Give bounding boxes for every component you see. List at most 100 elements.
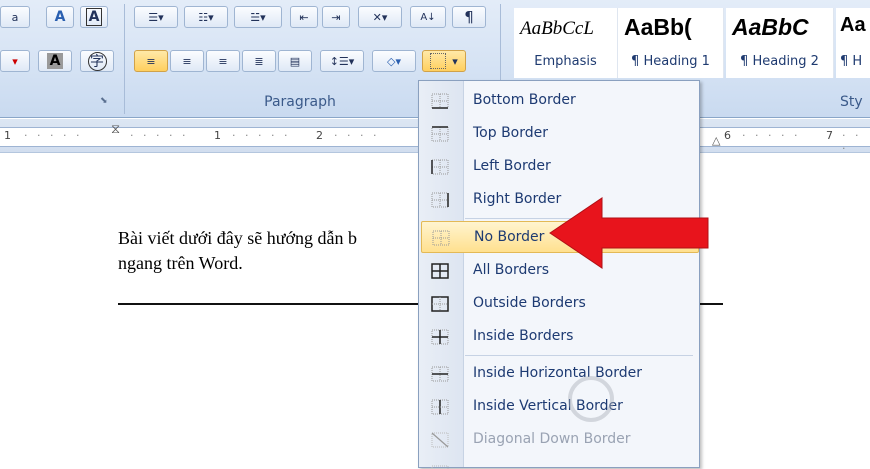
- ruler-dots: · · · · ·: [742, 129, 801, 142]
- align-right-icon: ≡: [218, 54, 228, 68]
- borders-icon: [430, 53, 447, 69]
- numbering-icon: ☷▾: [198, 10, 214, 24]
- menu-item-label: Outside Borders: [473, 295, 586, 311]
- inside-borders-icon: [431, 329, 449, 345]
- text-effects-icon: A: [54, 9, 66, 25]
- menu-item-cut-off: [421, 457, 699, 469]
- style-sample: AaBb(: [624, 14, 692, 40]
- line-spacing-icon: ↕☰▾: [329, 54, 355, 68]
- decrease-indent-icon: ⇤: [299, 10, 309, 24]
- menu-item-label: All Borders: [473, 262, 550, 278]
- all-borders-icon: [431, 263, 449, 279]
- ruler-dots: · · · · ·: [232, 129, 291, 142]
- menu-item-label: Inside Borders: [473, 328, 574, 344]
- ruler-mark: 2: [316, 129, 323, 142]
- menu-item-left-border[interactable]: Left Border: [421, 151, 699, 183]
- borders-button[interactable]: ▾: [422, 50, 466, 72]
- menu-item-top-border[interactable]: Top Border: [421, 118, 699, 150]
- style-name: ¶ H: [840, 54, 863, 69]
- ruler-mark: 6: [724, 129, 731, 142]
- numbering-button[interactable]: ☷▾: [184, 6, 228, 28]
- style-heading-2[interactable]: AaBbC ¶ Heading 2: [726, 8, 834, 78]
- style-sample: AaBbC: [732, 14, 809, 40]
- outside-borders-icon: [431, 296, 449, 312]
- show-hide-button[interactable]: ¶: [452, 6, 486, 28]
- bullets-button[interactable]: ☰▾: [134, 6, 178, 28]
- menu-item-outside-borders[interactable]: Outside Borders: [421, 288, 699, 320]
- change-case-icon: a: [11, 10, 19, 24]
- pilcrow-icon: ¶: [464, 8, 474, 26]
- no-border-icon: [432, 230, 450, 246]
- ruler-dots: · · · · ·: [130, 129, 189, 142]
- align-left-icon: ≡: [146, 54, 156, 68]
- group-separator-font: [124, 4, 125, 114]
- style-name: ¶ Heading 1: [631, 54, 710, 69]
- menu-item-bottom-border[interactable]: Bottom Border: [421, 85, 699, 117]
- character-shading-button[interactable]: A: [80, 6, 108, 28]
- sort-icon: A↓: [420, 11, 436, 23]
- red-arrow-annotation: [549, 197, 709, 269]
- character-shading-icon-2: A: [46, 53, 64, 69]
- paragraph-group-label: Paragraph: [264, 94, 336, 110]
- style-sample: Aa: [840, 14, 866, 36]
- multilevel-list-button[interactable]: ☱▾: [234, 6, 282, 28]
- top-border-icon: [431, 126, 449, 142]
- ruler-dots: · · ·: [842, 129, 862, 155]
- menu-item-label: Top Border: [473, 125, 549, 141]
- character-shading-button-2[interactable]: A: [38, 50, 72, 72]
- style-sample: AaBbCcL: [520, 18, 594, 39]
- align-left-button[interactable]: ≡: [134, 50, 168, 72]
- style-name: ¶ Heading 2: [740, 54, 819, 69]
- style-name: Emphasis: [534, 54, 597, 69]
- bottom-border-icon: [431, 93, 449, 109]
- text-effects-button[interactable]: A: [46, 6, 74, 28]
- menu-item-label: Diagonal Down Border: [473, 431, 631, 447]
- ruler-dots: · · · · ·: [24, 129, 83, 142]
- enclose-characters-icon: 字: [87, 51, 107, 71]
- menu-item-inside-borders[interactable]: Inside Borders: [421, 321, 699, 353]
- paragraph-line-2: ngang trên Word.: [118, 253, 243, 273]
- style-emphasis[interactable]: AaBbCcL Emphasis: [514, 8, 618, 78]
- styles-group-label: Sty: [840, 94, 863, 110]
- sort-button[interactable]: A↓: [410, 6, 446, 28]
- left-border-icon: [431, 159, 449, 175]
- watermark-logo: [568, 376, 614, 422]
- asian-layout-button[interactable]: ✕▾: [358, 6, 402, 28]
- style-heading-3[interactable]: Aa ¶ H: [836, 8, 870, 78]
- increase-indent-button[interactable]: ⇥: [322, 6, 350, 28]
- line-spacing-button[interactable]: ↕☰▾: [320, 50, 364, 72]
- menu-item-diagonal-down-border[interactable]: Diagonal Down Border: [421, 424, 699, 456]
- menu-item-inside-vertical-border[interactable]: Inside Vertical Border: [421, 391, 699, 423]
- menu-item-inside-horizontal-border[interactable]: Inside Horizontal Border: [421, 358, 699, 390]
- distributed-icon: ▤: [289, 54, 301, 68]
- font-color-arrow-icon: ▾: [12, 54, 18, 68]
- menu-item-label: Bottom Border: [473, 92, 576, 108]
- align-center-button[interactable]: ≡: [170, 50, 204, 72]
- paint-bucket-icon: ◇▾: [387, 54, 401, 68]
- borders-dropdown-menu: Bottom Border Top Border Left Border Rig…: [418, 80, 700, 469]
- inside-vertical-border-icon: [431, 399, 449, 415]
- menu-item-label: Left Border: [473, 158, 551, 174]
- change-case-button[interactable]: a: [0, 6, 30, 28]
- align-center-icon: ≡: [182, 54, 192, 68]
- indent-marker-icon[interactable]: ⧖: [111, 122, 120, 137]
- font-color-dropdown[interactable]: ▾: [0, 50, 30, 72]
- shading-button[interactable]: ◇▾: [372, 50, 416, 72]
- distributed-button[interactable]: ▤: [278, 50, 312, 72]
- paragraph-line-1: Bài viết dưới đây sẽ hướng dẫn b: [118, 228, 358, 248]
- diagonal-down-border-icon: [431, 432, 449, 448]
- document-paragraph[interactable]: Bài viết dưới đây sẽ hướng dẫn b ngang t…: [118, 226, 418, 276]
- align-right-button[interactable]: ≡: [206, 50, 240, 72]
- justify-button[interactable]: ≣: [242, 50, 276, 72]
- right-indent-marker-icon[interactable]: △: [712, 134, 720, 147]
- inside-horizontal-border-icon: [431, 366, 449, 382]
- menu-separator: [465, 355, 693, 356]
- diagonal-up-border-icon: [431, 465, 449, 469]
- enclose-characters-button[interactable]: 字: [80, 50, 114, 72]
- decrease-indent-button[interactable]: ⇤: [290, 6, 318, 28]
- ruler-dots: · · · ·: [334, 129, 380, 142]
- right-border-icon: [431, 192, 449, 208]
- ruler-mark: 1: [4, 129, 11, 142]
- paragraph-dialog-launcher-icon[interactable]: ⬊: [100, 96, 108, 106]
- style-heading-1[interactable]: AaBb( ¶ Heading 1: [618, 8, 724, 78]
